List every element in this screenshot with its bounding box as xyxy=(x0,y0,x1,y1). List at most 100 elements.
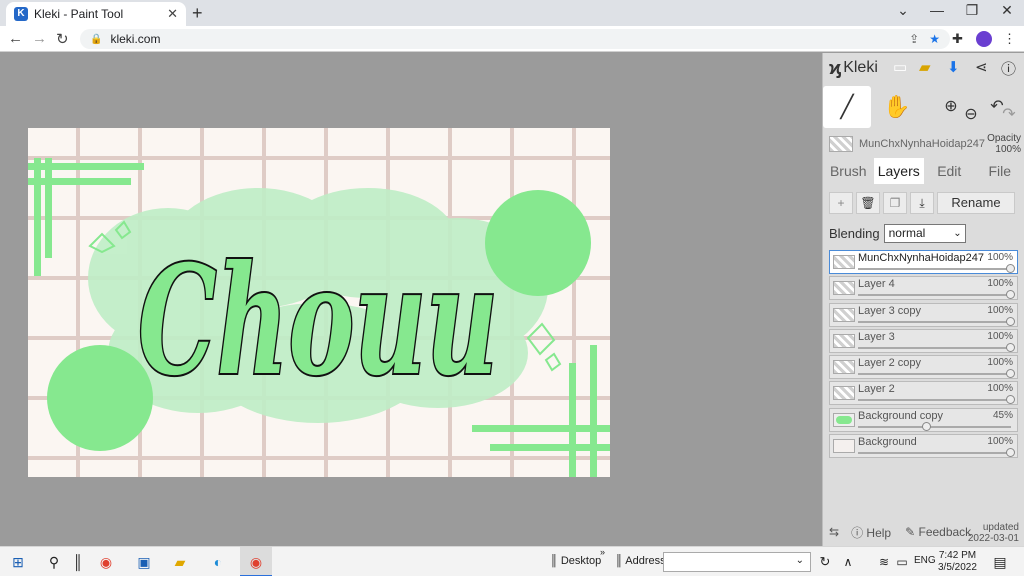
tool-row: ╱ ✋ ⊕ ⊖ ↶ ↷ xyxy=(823,86,1024,128)
tray-chevron-up-icon[interactable]: ∧ xyxy=(838,552,858,572)
notification-icon[interactable]: ▤ xyxy=(990,552,1010,572)
tab-layers[interactable]: Layers xyxy=(873,158,924,184)
add-layer-button[interactable]: + xyxy=(829,192,853,214)
toolbar-expand-icon[interactable]: » xyxy=(600,547,605,557)
desktop-toolbar[interactable]: ║ Desktop xyxy=(550,555,601,567)
layer-thumbnail xyxy=(833,439,855,454)
tab-brush[interactable]: Brush xyxy=(823,158,874,184)
layer-row[interactable]: MunChxNynhaHoidap247 100% xyxy=(829,250,1018,274)
rename-layer-button[interactable]: Rename xyxy=(937,192,1015,214)
layer-opacity-slider[interactable] xyxy=(858,290,1015,300)
clock[interactable]: 7:42 PM 3/5/2022 xyxy=(938,550,977,574)
tab-file[interactable]: File xyxy=(975,158,1024,184)
volume-lang[interactable]: ENG xyxy=(914,555,936,566)
feedback-label: Feedback xyxy=(918,525,972,539)
start-windows-icon[interactable]: ⊞ xyxy=(8,552,28,572)
url-text[interactable]: kleki.com xyxy=(110,32,899,46)
layer-row[interactable]: Layer 4 100% xyxy=(829,276,1018,301)
layer-opacity-slider[interactable] xyxy=(858,448,1015,458)
layer-row[interactable]: Layer 2 copy 100% xyxy=(829,355,1018,380)
swap-side-icon[interactable]: ⇆ xyxy=(829,525,839,539)
refresh-icon[interactable]: ↻ xyxy=(815,552,835,572)
layer-row[interactable]: Background 100% xyxy=(829,434,1018,459)
layer-opacity-slider[interactable] xyxy=(858,264,1015,273)
layer-row[interactable]: Layer 3 100% xyxy=(829,328,1018,353)
close-tab-icon[interactable]: ✕ xyxy=(167,6,178,22)
task-view-icon[interactable]: ║ xyxy=(68,552,88,572)
kleki-favicon-icon: K xyxy=(14,7,28,21)
download-icon[interactable]: ⬇ xyxy=(947,58,960,76)
help-icon[interactable]: ⓘ xyxy=(1001,58,1016,79)
chrome-active-icon[interactable]: ◉ xyxy=(246,552,266,572)
store-icon[interactable]: ▣ xyxy=(134,552,154,572)
chrome-icon[interactable]: ◉ xyxy=(96,552,116,572)
layer-row[interactable]: Background copy 45% xyxy=(829,407,1018,432)
browser-tab[interactable]: K Kleki - Paint Tool ✕ xyxy=(6,2,186,26)
layer-opacity-knob[interactable] xyxy=(1006,264,1015,273)
restore-button[interactable]: ❐ xyxy=(955,2,989,19)
omnibox[interactable]: 🔒 kleki.com ⇪ ★ xyxy=(80,29,950,49)
help-link[interactable]: ⓘ Help xyxy=(851,524,891,541)
layer-opacity-slider[interactable] xyxy=(858,395,1015,405)
profile-avatar[interactable] xyxy=(976,31,992,47)
layer-row[interactable]: Layer 2 100% xyxy=(829,381,1018,406)
current-layer-indicator: MunChxNynhaHoidap247 Opacity 100% xyxy=(829,133,1021,155)
opacity-readout: Opacity 100% xyxy=(987,133,1021,155)
bookmark-star-icon[interactable]: ★ xyxy=(929,32,940,46)
blending-label: Blending xyxy=(829,225,880,241)
layer-opacity-knob[interactable] xyxy=(921,421,931,431)
clock-time: 7:42 PM xyxy=(938,550,977,561)
current-layer-name: MunChxNynhaHoidap247 xyxy=(859,138,985,150)
layer-opacity-slider[interactable] xyxy=(858,369,1015,379)
feedback-link[interactable]: ✎ Feedback xyxy=(905,525,971,539)
layer-opacity-slider[interactable] xyxy=(858,342,1015,352)
extensions-puzzle-icon[interactable]: ✚ xyxy=(952,31,963,47)
redo-icon[interactable]: ↷ xyxy=(985,94,1024,136)
layer-opacity-knob[interactable] xyxy=(1006,395,1015,405)
edge-icon[interactable]: ◐ xyxy=(208,552,228,572)
drawing-canvas[interactable]: Chouu xyxy=(28,128,610,477)
layer-opacity-knob[interactable] xyxy=(1006,316,1015,326)
forward-arrow-icon[interactable]: → xyxy=(32,30,47,47)
canvas-stage[interactable]: Chouu xyxy=(0,53,822,546)
layer-opacity-knob[interactable] xyxy=(1006,342,1015,352)
tab-edit[interactable]: Edit xyxy=(924,158,975,184)
close-window-button[interactable]: ✕ xyxy=(990,2,1024,19)
minimize-button[interactable]: — xyxy=(920,2,954,18)
lock-icon[interactable]: 🔒 xyxy=(90,34,102,45)
layer-thumbnail xyxy=(833,412,855,427)
duplicate-layer-button[interactable]: ❐ xyxy=(883,192,907,214)
blending-select[interactable]: normal ⌄ xyxy=(883,223,966,243)
network-icon[interactable]: ≋ xyxy=(874,552,894,572)
new-image-icon[interactable]: ▭ xyxy=(893,58,907,76)
sidebar-footer: ⇆ ⓘ Help ✎ Feedback updated 2022-03-01 xyxy=(823,518,1024,546)
layer-actions: + 🗑 ❐ ⤓ Rename xyxy=(829,191,1023,215)
chevron-down-icon[interactable]: ⌄ xyxy=(796,555,804,566)
new-tab-button[interactable]: + xyxy=(192,3,203,24)
share-icon[interactable]: ⇪ xyxy=(909,32,919,46)
file-explorer-icon[interactable]: ▰ xyxy=(170,552,190,572)
taskbar-address-input[interactable]: ⌄ xyxy=(663,552,811,572)
merge-layer-button[interactable]: ⤓ xyxy=(910,192,934,214)
brush-tool-button[interactable]: ╱ xyxy=(823,86,871,128)
layer-opacity-knob[interactable] xyxy=(1006,369,1015,379)
open-folder-icon[interactable]: ▰ xyxy=(919,58,931,76)
tab-search-chevron-icon[interactable]: ⌄ xyxy=(886,2,920,19)
reload-icon[interactable]: ↻ xyxy=(56,30,69,48)
layer-opacity-slider[interactable] xyxy=(858,316,1015,326)
layer-opacity-slider[interactable] xyxy=(858,421,1011,431)
share-icon[interactable]: ⋖ xyxy=(975,58,988,76)
canvas-artwork: Chouu xyxy=(28,128,610,477)
kleki-logo-icon: ϗ xyxy=(829,57,842,78)
battery-icon[interactable]: ▭ xyxy=(892,552,912,572)
back-arrow-icon[interactable]: ← xyxy=(8,30,23,47)
layer-opacity-knob[interactable] xyxy=(1006,290,1015,300)
browser-menu-icon[interactable]: ⋮ xyxy=(1003,31,1016,47)
language-label: ENG xyxy=(914,555,936,566)
search-icon[interactable]: ⚲ xyxy=(44,552,64,572)
hand-tool-button[interactable]: ✋ xyxy=(873,86,921,128)
layer-opacity-knob[interactable] xyxy=(1006,448,1015,458)
delete-layer-button[interactable]: 🗑 xyxy=(856,192,880,214)
layer-row[interactable]: Layer 3 copy 100% xyxy=(829,302,1018,327)
layer-thumbnail xyxy=(833,386,855,401)
